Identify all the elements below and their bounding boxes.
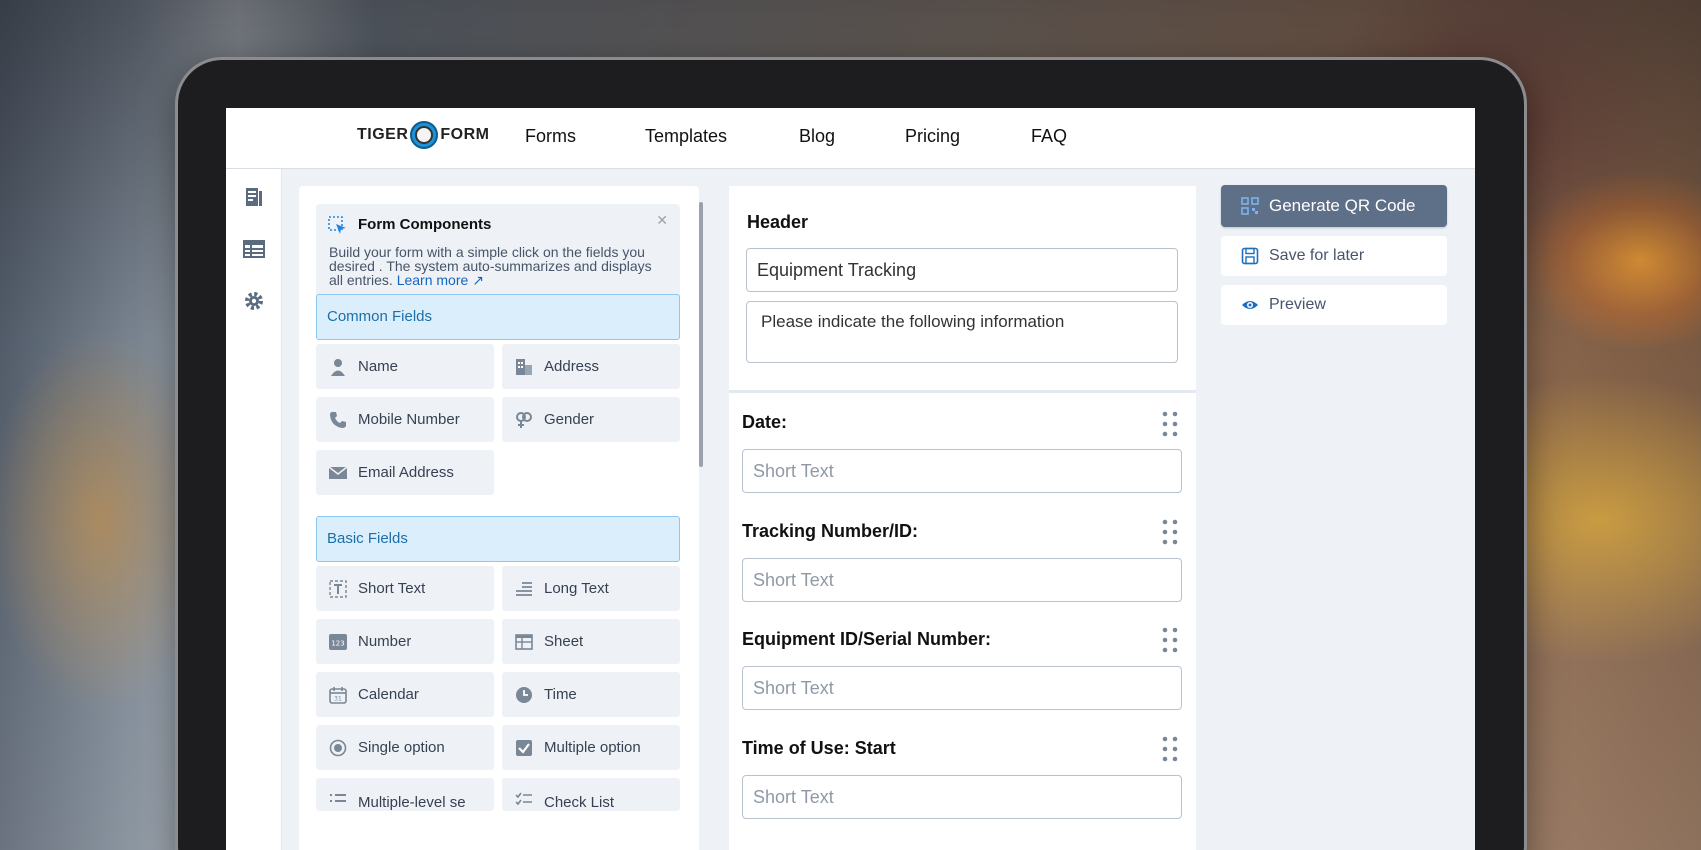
field-label: Single option (358, 739, 445, 756)
gear-icon[interactable] (242, 289, 266, 313)
close-icon[interactable]: ✕ (656, 212, 668, 229)
field-calendar[interactable]: 31 Calendar (316, 672, 494, 717)
field-label: Gender (544, 411, 595, 428)
field-label: Check List (544, 794, 615, 811)
field-multiple-level-select[interactable]: Multiple-level se (316, 778, 494, 811)
field-label: Time (544, 686, 577, 703)
cursor-select-icon (328, 216, 346, 234)
list-icon (330, 794, 346, 802)
generate-qr-code-button[interactable]: Generate QR Code (1221, 185, 1447, 227)
field-name[interactable]: Name (316, 344, 494, 389)
field-label: Address (544, 358, 600, 375)
svg-text:123: 123 (331, 639, 344, 647)
question-label-time-of-use-start: Time of Use: Start (742, 738, 896, 758)
field-label: Short Text (358, 580, 426, 597)
learn-more-label: Learn more (396, 272, 469, 288)
field-label: Long Text (544, 580, 609, 597)
components-description-text: Build your form with a simple click on t… (329, 244, 652, 288)
phone-icon (330, 411, 346, 428)
field-check-list[interactable]: Check List (502, 778, 680, 811)
tiger-logo-icon (410, 121, 439, 149)
form-title-input[interactable]: Equipment Tracking (746, 248, 1178, 292)
save-for-later-button[interactable]: Save for later (1221, 236, 1447, 276)
icon-rail (226, 169, 282, 850)
clock-icon (516, 686, 532, 703)
common-fields-heading[interactable]: Common Fields (316, 294, 680, 340)
field-short-text[interactable]: Short Text (316, 566, 494, 611)
gender-icon (516, 411, 532, 428)
drag-handle-icon[interactable] (1161, 518, 1179, 546)
lines-icon (516, 581, 532, 596)
logo-text-right: FORM (440, 126, 490, 143)
question-input-time-of-use-start[interactable]: Short Text (742, 775, 1182, 819)
field-sheet[interactable]: Sheet (502, 619, 680, 664)
question-input-date[interactable]: Short Text (742, 449, 1182, 493)
qr-code-icon (1241, 197, 1259, 215)
form-description-textarea[interactable]: Please indicate the following informatio… (746, 301, 1178, 363)
field-label: Mobile Number (358, 411, 460, 428)
question-label-equipment-id: Equipment ID/Serial Number: (742, 629, 992, 649)
calendar-icon: 31 (329, 686, 347, 704)
field-email-address[interactable]: Email Address (316, 450, 494, 495)
envelope-icon (328, 465, 348, 479)
nav-link-blog[interactable]: Blog (799, 126, 835, 147)
preview-button[interactable]: Preview (1221, 285, 1447, 325)
components-info-box: Form Components ✕ Build your form with a… (316, 204, 680, 304)
person-icon (331, 358, 345, 376)
radio-icon (329, 739, 347, 756)
svg-text:31: 31 (334, 695, 342, 702)
top-nav: TIGER FORM Forms Templates Blog Pricing … (226, 108, 1475, 169)
field-label: Multiple option (544, 739, 641, 756)
field-number[interactable]: 123 Number (316, 619, 494, 664)
field-long-text[interactable]: Long Text (502, 566, 680, 611)
building-icon (516, 358, 532, 375)
preview-label: Preview (1269, 296, 1326, 313)
field-gender[interactable]: Gender (502, 397, 680, 442)
checkbox-icon (516, 739, 532, 756)
components-title: Form Components (358, 216, 492, 233)
field-label: Email Address (358, 464, 454, 481)
nav-link-faq[interactable]: FAQ (1031, 126, 1067, 147)
logo-text-left: TIGER (357, 126, 409, 143)
generate-qr-code-label: Generate QR Code (1269, 196, 1416, 215)
field-label: Multiple-level se (358, 794, 466, 811)
eye-icon (1242, 301, 1258, 309)
sheet-icon (515, 633, 533, 650)
section-divider (729, 390, 1196, 393)
field-single-option[interactable]: Single option (316, 725, 494, 770)
learn-more-link[interactable]: Learn more ↗ (397, 272, 484, 288)
field-label: Sheet (544, 633, 584, 650)
field-label: Name (358, 358, 399, 375)
drag-handle-icon[interactable] (1161, 626, 1179, 654)
question-label-date: Date: (742, 412, 788, 432)
nav-link-pricing[interactable]: Pricing (905, 126, 960, 147)
number-icon: 123 (329, 633, 347, 650)
header-label: Header (747, 212, 809, 232)
field-label: Number (358, 633, 412, 650)
field-mobile-number[interactable]: Mobile Number (316, 397, 494, 442)
external-link-icon: ↗ (472, 272, 484, 288)
components-description: Build your form with a simple click on t… (329, 245, 659, 287)
question-label-tracking-number: Tracking Number/ID: (742, 521, 919, 541)
table-icon[interactable] (242, 237, 266, 261)
drag-handle-icon[interactable] (1161, 735, 1179, 763)
question-input-equipment-id[interactable]: Short Text (742, 666, 1182, 710)
save-for-later-label: Save for later (1269, 247, 1365, 264)
components-scrollbar[interactable] (699, 202, 703, 467)
question-input-tracking-number[interactable]: Short Text (742, 558, 1182, 602)
text-icon (329, 579, 347, 598)
document-icon[interactable] (242, 185, 266, 209)
save-icon (1241, 247, 1259, 265)
field-multiple-option[interactable]: Multiple option (502, 725, 680, 770)
nav-link-templates[interactable]: Templates (645, 126, 727, 147)
drag-handle-icon[interactable] (1161, 410, 1179, 438)
checklist-icon (515, 792, 532, 806)
nav-link-forms[interactable]: Forms (525, 126, 576, 147)
app-screen: TIGER FORM Forms Templates Blog Pricing … (226, 108, 1475, 850)
field-label: Calendar (358, 686, 419, 703)
field-time[interactable]: Time (502, 672, 680, 717)
logo[interactable]: TIGER FORM (357, 121, 490, 149)
field-address[interactable]: Address (502, 344, 680, 389)
basic-fields-heading[interactable]: Basic Fields (316, 516, 680, 562)
